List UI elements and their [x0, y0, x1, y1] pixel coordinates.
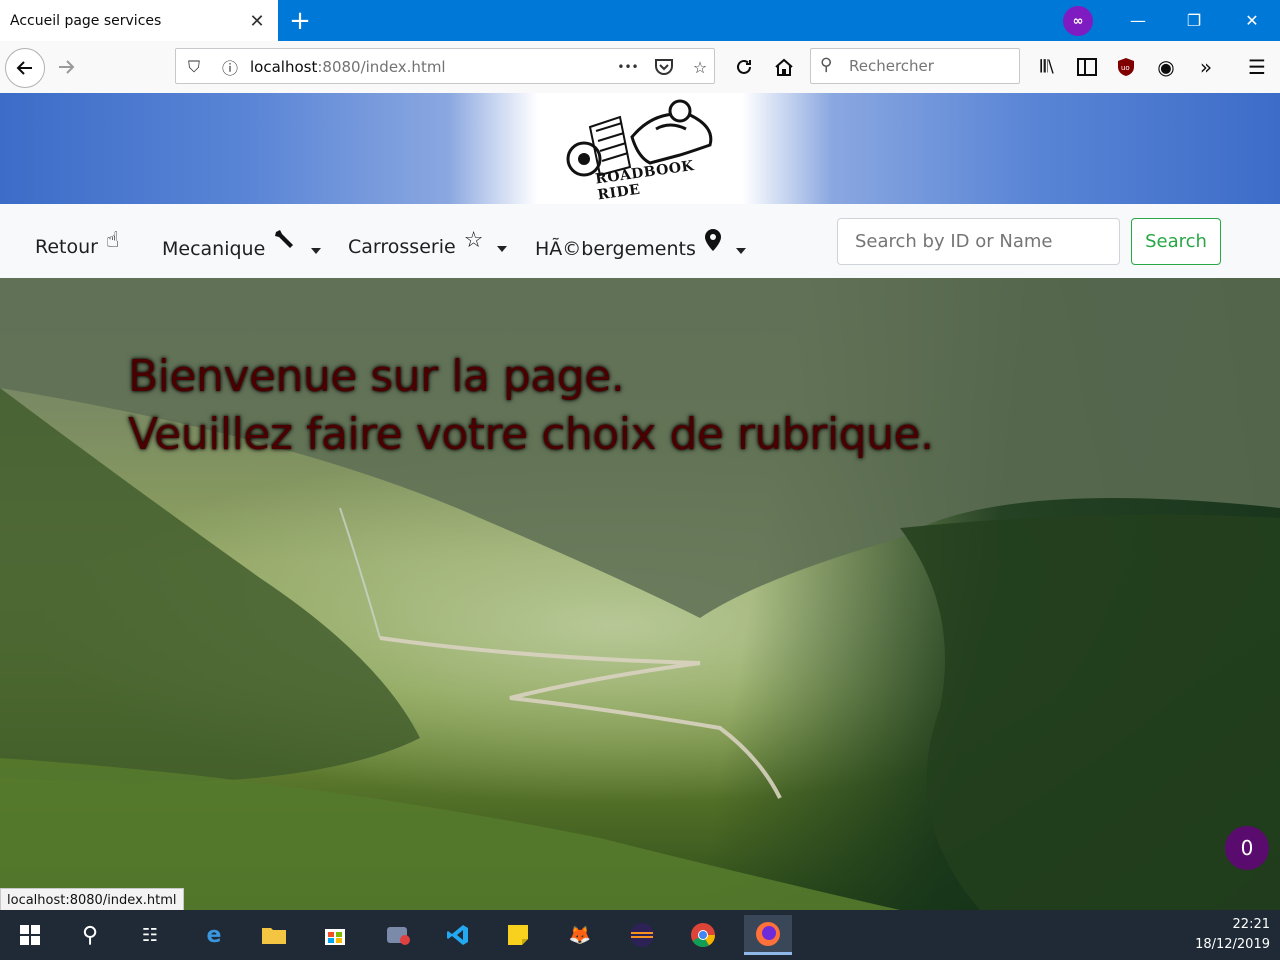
url-text[interactable]: localhost:8080/index.html [250, 58, 446, 76]
browser-search-bar[interactable]: ⚲ [810, 48, 1020, 84]
file-explorer-icon[interactable] [254, 915, 294, 955]
vscode-icon[interactable] [438, 915, 478, 955]
system-clock[interactable]: 22:21 18/12/2019 [1195, 915, 1270, 955]
store-icon[interactable] [315, 915, 355, 955]
hamburger-menu-icon[interactable]: ☰ [1241, 51, 1273, 83]
game-bar-icon[interactable] [378, 915, 418, 955]
title-bar: Accueil page services ✕ + ∞ — ❐ ✕ [0, 0, 1280, 42]
menu-item-retour[interactable]: Retour ☝ [35, 228, 119, 259]
close-window-button[interactable]: ✕ [1224, 0, 1280, 41]
url-bar[interactable]: ⛉ ⓘ localhost:8080/index.html ••• ☆ [175, 48, 715, 84]
forward-button[interactable] [50, 51, 82, 83]
menu-label-hebergements: HÃ©bergements [535, 238, 696, 260]
windows-start-icon[interactable] [10, 915, 50, 955]
web-page: ROADBOOK RIDE Retour ☝ Mecanique Carross… [0, 93, 1280, 910]
menu-item-hebergements[interactable]: HÃ©bergements [535, 229, 746, 264]
firefox-icon[interactable] [744, 915, 792, 955]
header-banner: ROADBOOK RIDE [0, 93, 1280, 204]
url-host: localhost [250, 58, 318, 76]
back-button[interactable] [5, 48, 45, 88]
overflow-chevron-icon[interactable]: » [1190, 51, 1222, 83]
welcome-line-2: Veuillez faire votre choix de rubrique. [128, 409, 934, 460]
forward-arrow-icon [59, 60, 75, 74]
shield-icon[interactable]: ⛉ [182, 55, 206, 79]
menu-label-mecanique: Mecanique [162, 238, 266, 260]
menu-label-retour: Retour [35, 235, 98, 258]
menu-label-carrosserie: Carrosserie [348, 235, 456, 258]
welcome-line-1: Bienvenue sur la page. [128, 351, 625, 402]
hero-background-image: Bienvenue sur la page. Veuillez faire vo… [0, 278, 1280, 910]
map-pin-icon [704, 228, 722, 258]
tab-title: Accueil page services [10, 13, 162, 29]
browser-toolbar: ⛉ ⓘ localhost:8080/index.html ••• ☆ ⚲ 𝄃𝄃… [0, 41, 1280, 94]
home-icon [775, 58, 793, 76]
pocket-icon[interactable] [652, 55, 676, 79]
hand-pointer-icon: ☝ [105, 228, 120, 253]
search-button[interactable]: Search [1131, 218, 1221, 265]
page-search-box[interactable] [837, 218, 1120, 265]
minimize-button[interactable]: — [1110, 0, 1166, 41]
reload-button[interactable] [728, 51, 760, 83]
page-search-input[interactable] [853, 230, 1112, 253]
menu-item-carrosserie[interactable]: Carrosserie ☆ [348, 228, 508, 259]
clock-time: 22:21 [1232, 917, 1270, 932]
reload-icon [737, 59, 751, 74]
star-icon: ☆ [463, 228, 484, 253]
library-icon[interactable]: 𝄃𝄃\ [1031, 51, 1063, 83]
chevron-down-icon [735, 248, 746, 254]
ublock-icon[interactable]: uo [1110, 51, 1142, 83]
taskbar: ⚲ ☷ e 🦊 22:21 18/12/2019 [0, 910, 1280, 960]
account-icon[interactable]: ◉ [1150, 51, 1182, 83]
browser-search-input[interactable] [847, 56, 1016, 76]
clock-date: 18/12/2019 [1195, 937, 1270, 952]
svg-text:uo: uo [1121, 64, 1130, 72]
edge-icon[interactable]: e [194, 915, 234, 955]
search-icon[interactable]: ⚲ [70, 915, 110, 955]
bookmark-star-icon[interactable]: ☆ [688, 55, 712, 79]
eclipse-icon[interactable] [622, 915, 662, 955]
chevron-down-icon [311, 248, 322, 254]
gimp-icon[interactable]: 🦊 [560, 915, 600, 955]
task-view-icon[interactable]: ☷ [130, 915, 170, 955]
search-icon: ⚲ [820, 55, 833, 75]
url-path: :8080/index.html [317, 58, 446, 76]
wrench-icon [273, 228, 297, 258]
restore-button[interactable]: ❐ [1166, 0, 1222, 41]
home-button[interactable] [768, 51, 800, 83]
sidebar-icon[interactable] [1071, 51, 1103, 83]
welcome-message: Bienvenue sur la page. Veuillez faire vo… [128, 348, 934, 464]
roadbook-ride-logo[interactable]: ROADBOOK RIDE [560, 97, 720, 203]
chrome-icon[interactable] [683, 915, 723, 955]
close-tab-icon[interactable]: ✕ [242, 6, 272, 36]
private-browsing-icon: ∞ [1063, 6, 1093, 36]
sticky-notes-icon[interactable] [498, 915, 538, 955]
page-actions-icon[interactable]: ••• [616, 55, 640, 79]
browser-tab[interactable]: Accueil page services ✕ [0, 0, 278, 42]
menu-item-mecanique[interactable]: Mecanique [162, 230, 322, 264]
info-icon[interactable]: ⓘ [218, 55, 242, 79]
back-arrow-icon [16, 61, 32, 75]
main-menu: Retour ☝ Mecanique Carrosserie ☆ HÃ©berg… [0, 204, 1280, 278]
new-tab-button[interactable]: + [284, 6, 316, 36]
status-bar-url: localhost:8080/index.html [0, 888, 184, 910]
chevron-down-icon [497, 245, 508, 252]
notification-badge[interactable]: 0 [1225, 826, 1269, 870]
